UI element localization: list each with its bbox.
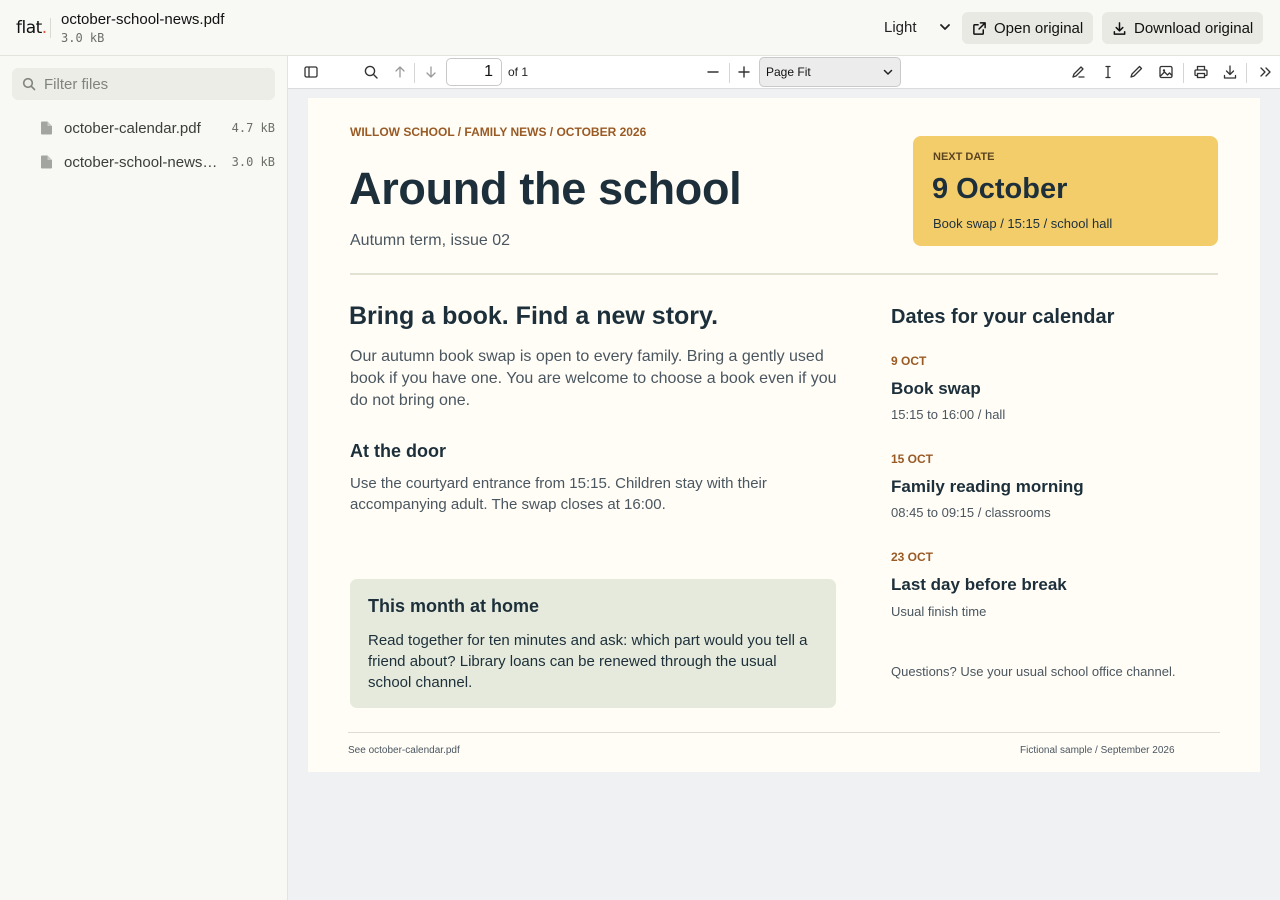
questions-note: Questions? Use your usual school office … <box>891 664 1176 679</box>
event-date: 9 OCT <box>891 354 927 368</box>
zoom-out-icon[interactable] <box>705 64 721 80</box>
sidebar-toggle-icon[interactable] <box>303 64 319 80</box>
zoom-in-icon[interactable] <box>736 64 752 80</box>
document-size: 3.0 kB <box>61 31 105 45</box>
file-name: october-calendar.pdf <box>64 119 201 137</box>
open-original-button[interactable]: Open original <box>962 12 1094 44</box>
footer-right: Fictional sample / September 2026 <box>1020 745 1175 756</box>
file-name: october-school-news.pdf <box>64 153 220 171</box>
event-detail: Usual finish time <box>891 604 987 619</box>
toolbar-divider <box>729 63 730 83</box>
page-number-input[interactable]: 1 <box>446 58 502 86</box>
main-heading: Bring a book. Find a new story. <box>349 302 719 330</box>
next-date-label: NEXT DATE <box>933 151 995 163</box>
newsletter-kicker: WILLOW SCHOOL / FAMILY NEWS / OCTOBER 20… <box>350 125 647 139</box>
home-tip-card: This month at home Read together for ten… <box>350 579 836 708</box>
home-tip-text: Read together for ten minutes and ask: w… <box>368 632 808 691</box>
file-size: 4.7 kB <box>231 121 275 135</box>
pdf-viewer[interactable]: WILLOW SCHOOL / FAMILY NEWS / OCTOBER 20… <box>288 89 1280 900</box>
document-title: october-school-news.pdf <box>61 11 225 28</box>
door-heading: At the door <box>350 441 446 461</box>
app-header: flat. october-school-news.pdf 3.0 kB Lig… <box>0 0 1280 56</box>
filter-box[interactable] <box>12 68 275 100</box>
file-list-item[interactable]: october-school-news.pdf 3.0 kB <box>40 150 275 174</box>
download-original-label: Download original <box>1134 19 1254 37</box>
highlight-icon[interactable] <box>1070 64 1086 80</box>
download-icon[interactable] <box>1222 64 1238 80</box>
next-date-value: 9 October <box>932 173 1068 205</box>
next-date-card: NEXT DATE 9 October Book swap / 15:15 / … <box>913 136 1218 246</box>
external-link-icon <box>973 21 986 35</box>
header-divider <box>50 18 51 38</box>
arrow-up-icon[interactable] <box>392 64 408 80</box>
home-tip-heading: This month at home <box>368 596 539 616</box>
event-title: Book swap <box>891 379 981 398</box>
more-tools-icon[interactable] <box>1257 64 1273 80</box>
chevron-down-icon[interactable] <box>938 20 952 34</box>
open-original-label: Open original <box>994 19 1084 37</box>
pdf-toolbar: 1 of 1 Page Fit <box>288 56 1280 89</box>
event-detail: 15:15 to 16:00 / hall <box>891 407 1006 422</box>
theme-select[interactable]: Light <box>884 19 917 36</box>
search-icon <box>22 77 36 91</box>
print-icon[interactable] <box>1193 64 1209 80</box>
file-sidebar: october-calendar.pdf 4.7 kB october-scho… <box>0 56 288 900</box>
download-icon <box>1113 21 1126 35</box>
main-lead-text: Our autumn book swap is open to every fa… <box>350 348 837 409</box>
toolbar-divider <box>1246 63 1247 83</box>
app-logo[interactable]: flat. <box>16 18 47 38</box>
zoom-value: Page Fit <box>766 65 811 79</box>
newsletter-title: Around the school <box>349 163 742 214</box>
add-image-icon[interactable] <box>1158 64 1174 80</box>
header-rule <box>350 273 1218 275</box>
toolbar-divider <box>1183 63 1184 83</box>
download-original-button[interactable]: Download original <box>1102 12 1264 44</box>
chevron-down-icon <box>883 69 893 75</box>
file-icon <box>41 121 52 135</box>
zoom-select[interactable]: Page Fit <box>759 57 901 87</box>
event-date: 15 OCT <box>891 452 934 466</box>
event-detail: 08:45 to 09:15 / classrooms <box>891 505 1051 520</box>
file-icon <box>41 155 52 169</box>
draw-pencil-icon[interactable] <box>1128 64 1144 80</box>
filter-files-input[interactable] <box>44 68 269 100</box>
event-title: Family reading morning <box>891 477 1084 496</box>
toolbar-divider <box>414 63 415 83</box>
pdf-page: WILLOW SCHOOL / FAMILY NEWS / OCTOBER 20… <box>308 98 1260 772</box>
page-count: of 1 <box>508 65 529 79</box>
text-cursor-icon[interactable] <box>1100 64 1116 80</box>
next-date-detail: Book swap / 15:15 / school hall <box>933 216 1113 231</box>
file-list-item[interactable]: october-calendar.pdf 4.7 kB <box>40 116 275 140</box>
event-title: Last day before break <box>891 575 1067 594</box>
footer-rule <box>348 732 1220 733</box>
newsletter-subtitle: Autumn term, issue 02 <box>350 232 511 249</box>
door-text: Use the courtyard entrance from 15:15. C… <box>350 475 767 513</box>
search-icon[interactable] <box>363 64 379 80</box>
footer-left: See october-calendar.pdf <box>348 745 460 756</box>
arrow-down-icon[interactable] <box>423 64 439 80</box>
event-date: 23 OCT <box>891 550 934 564</box>
calendar-heading: Dates for your calendar <box>891 306 1115 328</box>
file-size: 3.0 kB <box>231 155 275 169</box>
